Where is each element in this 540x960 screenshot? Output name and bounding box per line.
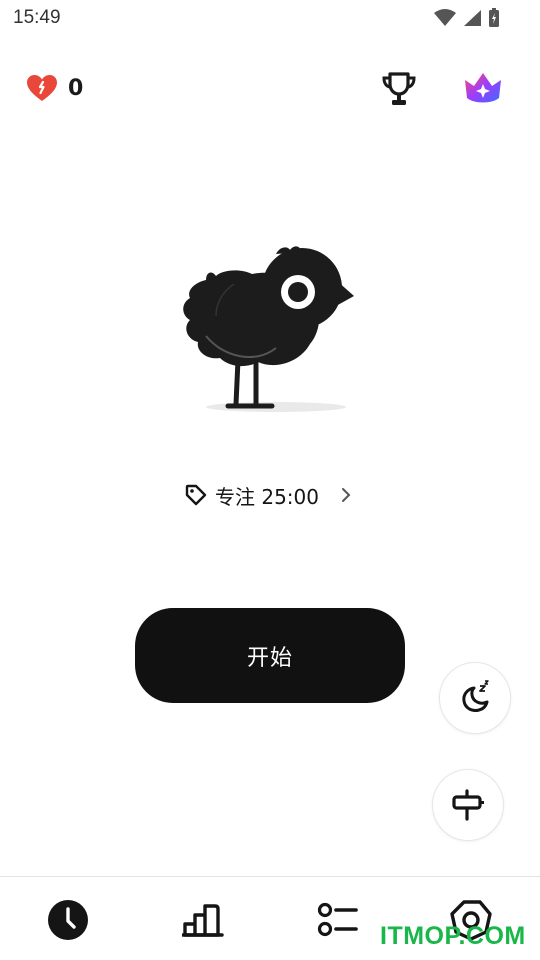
top-bar: 0	[0, 60, 540, 116]
status-icons	[434, 8, 500, 28]
stats-icon	[182, 904, 224, 937]
crown-icon[interactable]	[462, 70, 504, 106]
focus-duration-label: 专注 25:00	[215, 484, 319, 509]
sleep-mode-button[interactable]	[439, 662, 511, 734]
hearts-counter[interactable]: 0	[26, 74, 83, 102]
watermark-text: ITMOP.COM	[380, 922, 526, 950]
signpost-button[interactable]	[432, 769, 504, 841]
focus-duration-row[interactable]: 专注 25:00	[0, 478, 540, 512]
heart-icon	[27, 75, 57, 101]
chevron-right-icon	[342, 488, 351, 502]
signpost-icon	[452, 789, 484, 821]
status-time: 15:49	[13, 7, 61, 28]
wifi-icon	[434, 9, 456, 26]
status-bar: 15:49	[0, 0, 540, 36]
list-icon	[317, 902, 358, 937]
nav-tasks[interactable]	[315, 897, 361, 943]
bird-illustration	[183, 246, 354, 412]
trophy-icon[interactable]	[380, 70, 418, 108]
start-button[interactable]: 开始	[135, 608, 405, 703]
sleep-moon-icon	[462, 680, 489, 712]
tag-icon	[185, 484, 207, 506]
hearts-count: 0	[68, 75, 84, 101]
nav-stats[interactable]	[180, 897, 226, 943]
clock-icon	[48, 900, 88, 940]
nav-focus[interactable]	[45, 897, 91, 943]
signal-icon	[464, 10, 481, 26]
battery-icon	[489, 8, 499, 27]
